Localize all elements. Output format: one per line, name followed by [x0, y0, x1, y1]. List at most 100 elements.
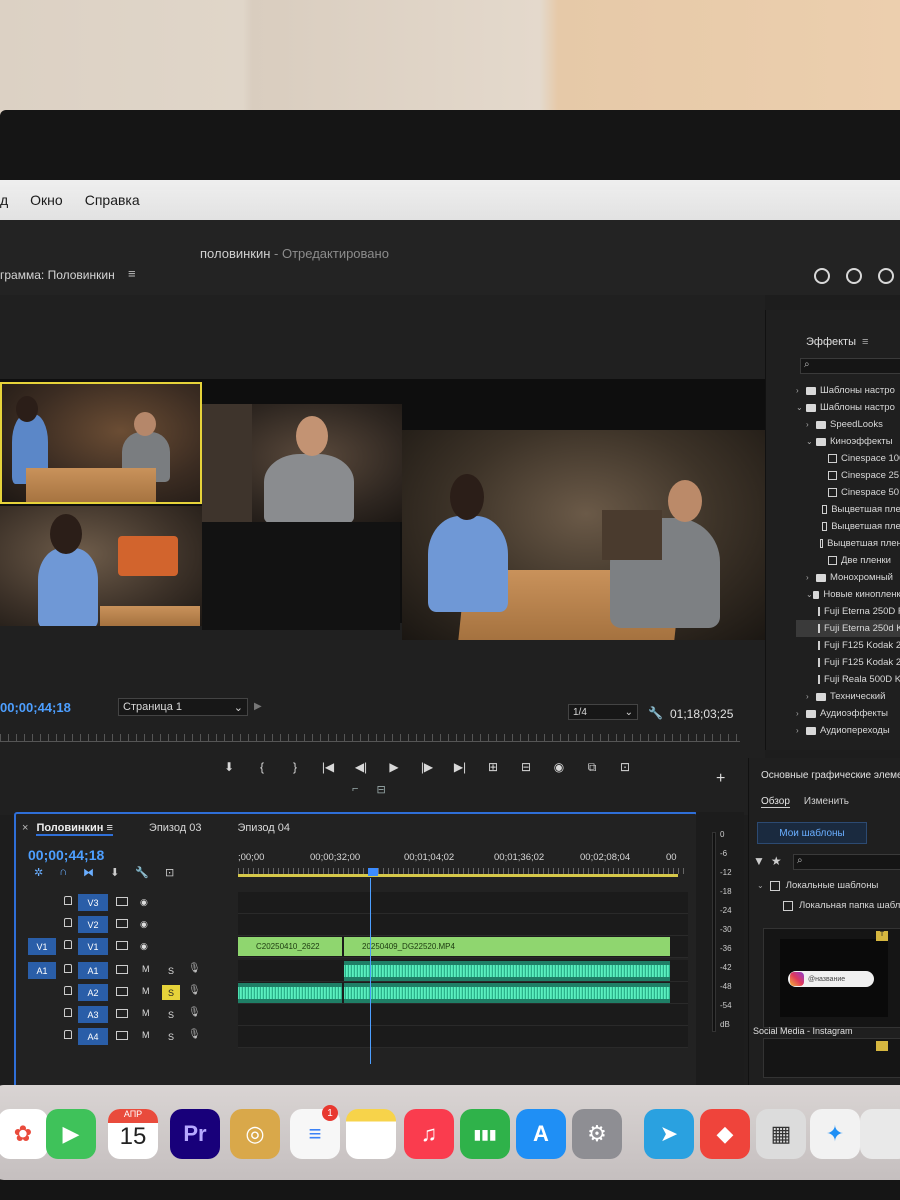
track-name[interactable]: A2 [78, 984, 108, 1001]
track-lane[interactable]: C20250410_2622 20250409_DG22520.MP4 [238, 936, 688, 958]
lock-icon[interactable] [64, 896, 72, 905]
playhead-line[interactable] [370, 878, 371, 1064]
local-folder-checkbox[interactable] [783, 900, 793, 911]
track-name[interactable]: A1 [78, 962, 108, 979]
sync-lock-icon[interactable] [116, 897, 128, 906]
safari-app-icon[interactable]: ✦ [810, 1109, 860, 1159]
captions-icon[interactable]: ⊡ [165, 866, 174, 879]
effects-folder[interactable]: › Шаблоны настро [796, 382, 900, 399]
track-name[interactable]: A4 [78, 1028, 108, 1045]
go-to-out-icon[interactable]: ▶| [451, 760, 469, 775]
multicam-toggle-icon[interactable]: ⊡ [616, 760, 634, 775]
track-name[interactable]: A3 [78, 1006, 108, 1023]
linked-selection-icon[interactable]: ⧓ [83, 866, 94, 879]
sync-lock-icon[interactable] [116, 987, 128, 996]
audio-clip[interactable] [344, 961, 670, 981]
lift-icon[interactable]: ⊞ [484, 760, 502, 775]
mic-icon[interactable]: 🎙 [188, 1007, 201, 1018]
chevron-down-icon[interactable]: ⌄ [806, 437, 816, 446]
contacts-app-icon[interactable]: ◎ [230, 1109, 280, 1159]
chevron-down-icon[interactable]: ⌄ [796, 403, 806, 412]
multicam-angle-3[interactable] [202, 404, 402, 522]
essential-graphics-title[interactable]: Основные графические элементы [761, 770, 900, 781]
chevron-right-icon[interactable]: › [806, 420, 816, 429]
effects-preset[interactable]: Cinespace 25 [796, 467, 900, 484]
effects-preset[interactable]: Fuji Eterna 250D Fuji [796, 603, 900, 620]
program-monitor-menu-icon[interactable]: ≡ [128, 266, 136, 281]
close-icon[interactable]: × [22, 822, 28, 836]
filter-icon[interactable]: ▼ [753, 854, 765, 868]
tab-episode-04[interactable]: Эпизод 04 [237, 822, 290, 836]
track-lane[interactable] [238, 960, 688, 982]
premiere-pro-app-icon[interactable]: Pr [170, 1109, 220, 1159]
tab-browse[interactable]: Обзор [761, 796, 790, 808]
star-icon[interactable]: ★ [771, 854, 782, 868]
playhead-handle[interactable] [368, 868, 378, 876]
mark-in-icon[interactable]: { [253, 760, 271, 775]
my-templates-button[interactable]: Мои шаблоны [757, 822, 867, 844]
multicam-angle-4[interactable] [202, 522, 400, 630]
mic-icon[interactable]: 🎙 [188, 985, 201, 996]
chevron-right-icon[interactable]: › [796, 386, 806, 395]
chevron-right-icon[interactable]: › [796, 709, 806, 718]
calendar-app-icon[interactable]: АПР 15 [108, 1109, 158, 1159]
effects-preset[interactable]: Fuji F125 Kodak 2393 [796, 637, 900, 654]
mic-icon[interactable]: 🎙 [188, 963, 201, 974]
track-lane[interactable] [238, 1026, 688, 1048]
notes-app-icon[interactable] [346, 1109, 396, 1159]
effects-panel-title[interactable]: Эффекты [806, 336, 856, 348]
trash-icon[interactable] [860, 1109, 900, 1159]
play-icon[interactable]: ▶ [385, 760, 403, 775]
lock-icon[interactable] [64, 964, 72, 973]
menu-item-help[interactable]: Справка [85, 192, 140, 208]
lock-icon[interactable] [64, 940, 72, 949]
tab-edit[interactable]: Изменить [804, 796, 849, 808]
marker-icon[interactable]: ⬇ [110, 866, 119, 879]
source-patch-v1[interactable]: V1 [28, 938, 56, 955]
track-name[interactable]: V2 [78, 916, 108, 933]
effects-preset[interactable]: Выцветшая пленк [796, 535, 900, 552]
mute-toggle[interactable]: M [142, 1008, 150, 1018]
effects-preset[interactable]: Fuji Reala 500D Kodak [796, 671, 900, 688]
add-marker-icon[interactable]: ⬇ [220, 760, 238, 775]
chevron-right-icon[interactable]: › [806, 692, 816, 701]
source-patch-a1[interactable]: A1 [28, 962, 56, 979]
mute-toggle[interactable]: M [142, 964, 150, 974]
mute-toggle[interactable]: M [142, 986, 150, 996]
audio-clip[interactable] [344, 983, 670, 1003]
comparison-view-icon[interactable]: ⧉ [583, 760, 601, 775]
help-icon[interactable] [878, 268, 894, 284]
template-card-next[interactable] [763, 1038, 900, 1078]
effects-folder[interactable]: › Монохромный [796, 569, 900, 586]
solo-toggle[interactable]: S [162, 1029, 180, 1044]
system-settings-app-icon[interactable]: ⚙ [572, 1109, 622, 1159]
photos-app-icon[interactable]: ✿ [0, 1109, 48, 1159]
anydesk-app-icon[interactable]: ◆ [700, 1109, 750, 1159]
audio-clip[interactable] [238, 983, 342, 1003]
program-scrub-bar[interactable] [0, 734, 740, 742]
effects-folder[interactable]: › Аудиоэффекты [796, 705, 900, 722]
track-lane[interactable] [238, 1004, 688, 1026]
mic-icon[interactable]: 🎙 [188, 1029, 201, 1040]
facetime-app-icon[interactable]: ▶ [46, 1109, 96, 1159]
effects-folder[interactable]: › Аудиопереходы [796, 722, 900, 739]
local-templates-checkbox[interactable] [769, 880, 780, 891]
extract-icon[interactable]: ⊟ [517, 760, 535, 775]
eye-icon[interactable]: ◉ [140, 919, 148, 930]
sync-lock-icon[interactable] [116, 919, 128, 928]
chevron-right-icon[interactable]: › [806, 573, 816, 582]
menu-item-edit[interactable]: д [0, 192, 8, 208]
app-store-app-icon[interactable]: A [516, 1109, 566, 1159]
effects-folder[interactable]: ⌄ Киноэффекты [796, 433, 900, 450]
program-timecode[interactable]: 00;00;44;18 [0, 700, 71, 715]
go-to-in-icon[interactable]: |◀ [319, 760, 337, 775]
panel-menu-icon[interactable]: ≡ [107, 822, 113, 834]
step-forward-icon[interactable]: |▶ [418, 760, 436, 775]
local-folder-row[interactable]: Локальная папка шаблонов [783, 900, 900, 911]
effects-folder[interactable]: ⌄ Новые кинопленки [796, 586, 900, 603]
play-arrow-icon[interactable]: ▶ [254, 701, 262, 712]
timeline-panel[interactable]: × Половинкин ≡ Эпизод 03 Эпизод 04 00;00… [14, 812, 698, 1092]
music-app-icon[interactable]: ♫ [404, 1109, 454, 1159]
work-area-bar[interactable] [238, 874, 678, 877]
sync-lock-icon[interactable] [116, 1009, 128, 1018]
